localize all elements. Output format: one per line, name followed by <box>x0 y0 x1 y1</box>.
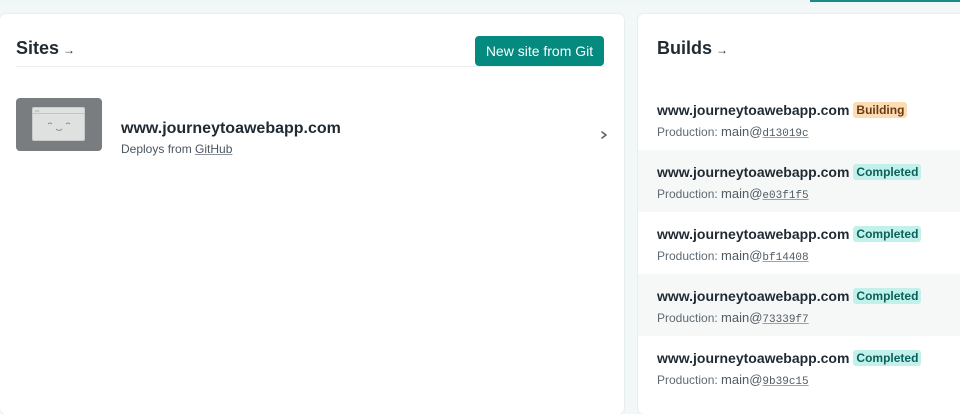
chevron-right-icon <box>601 131 607 139</box>
site-screenshot-placeholder-icon: ••• <box>32 107 85 141</box>
build-branch: main@ <box>721 310 763 325</box>
builds-title: Builds <box>657 38 713 58</box>
status-badge: Building <box>853 102 908 118</box>
status-badge: Completed <box>853 350 922 366</box>
active-tab-indicator <box>810 0 960 2</box>
build-branch: main@ <box>721 248 763 263</box>
build-context: Production: <box>657 249 718 263</box>
arrow-right-icon: → <box>716 43 729 57</box>
divider <box>16 66 604 67</box>
status-badge: Completed <box>853 164 922 180</box>
commit-sha-link[interactable]: 9b39c15 <box>762 376 808 388</box>
build-details: Production: main@d13019c <box>657 124 809 140</box>
builds-heading-link[interactable]: Builds → <box>657 38 728 59</box>
build-branch: main@ <box>721 372 763 387</box>
status-badge: Completed <box>853 288 922 304</box>
build-context: Production: <box>657 187 718 201</box>
arrow-right-icon: → <box>63 43 76 57</box>
commit-sha-link[interactable]: e03f1f5 <box>762 190 808 202</box>
build-site-name: www.journeytoawebapp.com <box>657 226 850 242</box>
build-list-item[interactable]: www.journeytoawebapp.com Completed Produ… <box>638 212 960 274</box>
build-context: Production: <box>657 311 718 325</box>
sites-heading-link[interactable]: Sites → <box>16 38 75 59</box>
new-site-from-git-button[interactable]: New site from Git <box>475 36 604 66</box>
site-thumbnail: ••• <box>16 98 102 151</box>
commit-sha-link[interactable]: d13019c <box>762 128 808 140</box>
build-site-name: www.journeytoawebapp.com <box>657 350 850 366</box>
build-context: Production: <box>657 125 718 139</box>
sites-panel: Sites → New site from Git ••• www.journe… <box>0 14 624 414</box>
build-list-item[interactable]: www.journeytoawebapp.com Completed Produ… <box>638 274 960 336</box>
build-site-name: www.journeytoawebapp.com <box>657 288 850 304</box>
build-branch: main@ <box>721 124 763 139</box>
deploys-from-label: Deploys from <box>121 142 192 156</box>
build-details: Production: main@9b39c15 <box>657 372 809 388</box>
site-deploy-source: Deploys from GitHub <box>121 142 232 156</box>
build-details: Production: main@e03f1f5 <box>657 186 809 202</box>
build-branch: main@ <box>721 186 763 201</box>
sites-title: Sites <box>16 38 60 58</box>
site-list-item[interactable]: ••• www.journeytoawebapp.com Deploys fro… <box>16 96 616 156</box>
build-list-item[interactable]: www.journeytoawebapp.com Completed Produ… <box>638 336 960 398</box>
build-list-item[interactable]: www.journeytoawebapp.com Completed Produ… <box>638 150 960 212</box>
build-details: Production: main@bf14408 <box>657 248 809 264</box>
site-name[interactable]: www.journeytoawebapp.com <box>121 120 341 138</box>
builds-panel: Builds → www.journeytoawebapp.com Buildi… <box>638 14 960 414</box>
status-badge: Completed <box>853 226 922 242</box>
build-context: Production: <box>657 373 718 387</box>
commit-sha-link[interactable]: 73339f7 <box>762 314 808 326</box>
build-details: Production: main@73339f7 <box>657 310 809 326</box>
github-link[interactable]: GitHub <box>195 142 232 156</box>
build-list-item[interactable]: www.journeytoawebapp.com Building Produc… <box>638 88 960 150</box>
build-site-name: www.journeytoawebapp.com <box>657 164 850 180</box>
commit-sha-link[interactable]: bf14408 <box>762 252 808 264</box>
build-site-name: www.journeytoawebapp.com <box>657 102 850 118</box>
